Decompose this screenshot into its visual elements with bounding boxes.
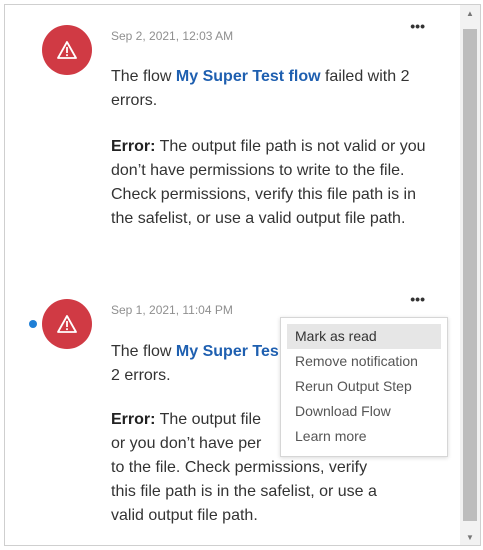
error-text-line: to the file. Check permissions, verify [111,459,368,476]
error-label: Error: [111,411,156,428]
menu-item-learn-more[interactable]: Learn more [287,424,441,449]
menu-item-remove-notification[interactable]: Remove notification [287,349,441,374]
notification-timestamp: Sep 1, 2021, 11:04 PM [111,303,233,317]
more-options-button[interactable]: ••• [410,292,425,306]
message-prefix: The flow [111,68,176,85]
message-prefix: The flow [111,343,176,360]
error-label: Error: [111,138,156,155]
warning-triangle-icon [57,315,77,333]
context-menu: Mark as read Remove notification Rerun O… [280,317,448,457]
menu-item-rerun-output-step[interactable]: Rerun Output Step [287,374,441,399]
error-message: Error: The output file path is not valid… [111,135,441,231]
error-text: The output file path is not valid or you… [111,138,426,227]
vertical-scrollbar[interactable]: ▲ ▼ [460,5,480,545]
menu-item-mark-as-read[interactable]: Mark as read [287,324,441,349]
alert-icon [42,299,92,349]
menu-item-download-flow[interactable]: Download Flow [287,399,441,424]
error-text-line: valid output file path. [111,507,258,524]
flow-link[interactable]: My Super Test flow [176,68,321,85]
notification-message: The flow My Super Test flow failed with … [111,65,441,113]
warning-triangle-icon [57,41,77,59]
scroll-up-arrow-icon[interactable]: ▲ [460,5,480,21]
scrollbar-thumb[interactable] [463,29,477,521]
notification-timestamp: Sep 2, 2021, 12:03 AM [111,29,234,43]
more-options-button[interactable]: ••• [410,19,425,33]
error-text-line: this file path is in the safelist, or us… [111,483,377,500]
unread-indicator [29,320,37,328]
error-text-line: The output file [155,411,262,428]
flow-link[interactable]: My Super Tes [176,343,279,360]
scroll-down-arrow-icon[interactable]: ▼ [460,529,480,545]
notifications-panel: Sep 2, 2021, 12:03 AM ••• The flow My Su… [4,4,481,546]
alert-icon [42,25,92,75]
